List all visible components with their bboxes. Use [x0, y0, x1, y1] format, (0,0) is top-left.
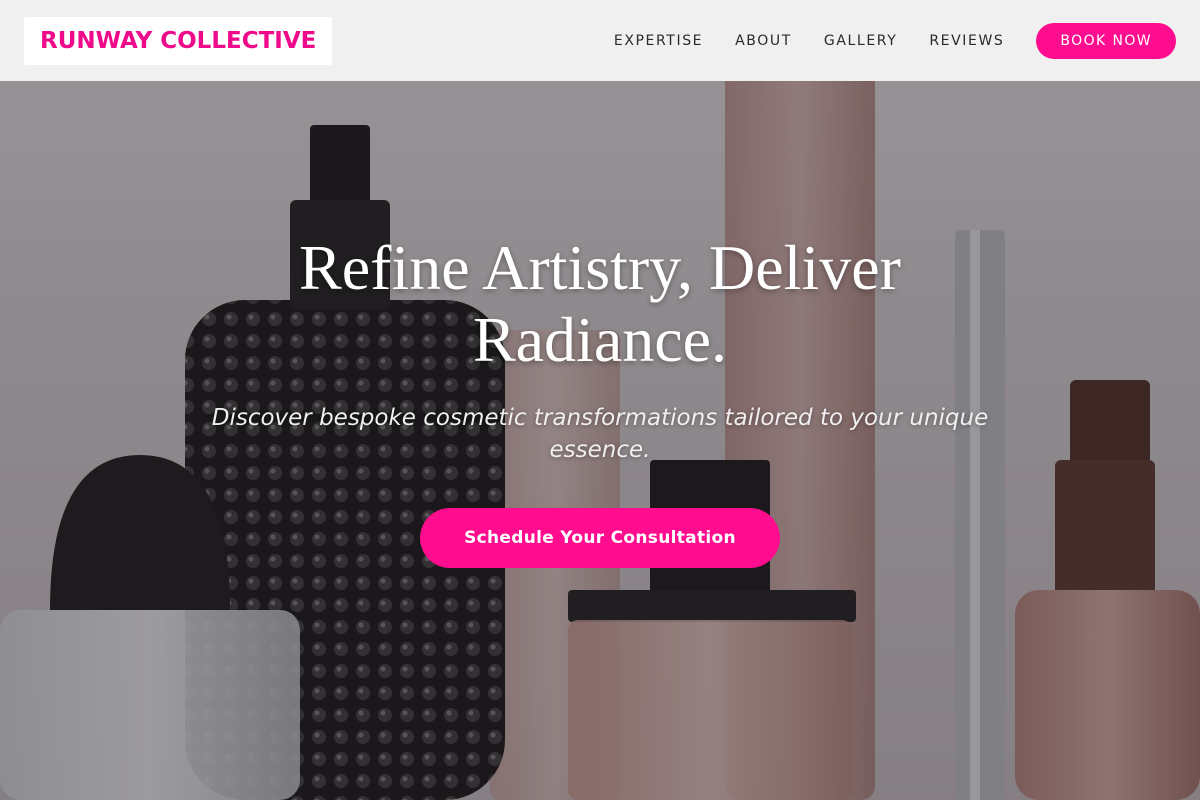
site-header: RUNWAY COLLECTIVE EXPERTISE ABOUT GALLER… [0, 0, 1200, 81]
nav-link-gallery[interactable]: GALLERY [824, 33, 897, 49]
brand-name: RUNWAY COLLECTIVE [40, 27, 317, 54]
hero-subtitle: Discover bespoke cosmetic transformation… [211, 405, 989, 463]
nav-link-about[interactable]: ABOUT [735, 33, 792, 49]
hero-title: Refine Artistry, Deliver Radiance. [299, 232, 901, 375]
hero-content: Refine Artistry, Deliver Radiance. Disco… [0, 232, 1200, 568]
brand-logo[interactable]: RUNWAY COLLECTIVE [24, 16, 333, 65]
schedule-consultation-button[interactable]: Schedule Your Consultation [420, 508, 780, 568]
nav-link-expertise[interactable]: EXPERTISE [614, 33, 703, 49]
nav-link-reviews[interactable]: REVIEWS [929, 33, 1004, 49]
book-now-button[interactable]: BOOK NOW [1036, 22, 1176, 59]
main-nav: EXPERTISE ABOUT GALLERY REVIEWS BOOK NOW [614, 22, 1176, 59]
